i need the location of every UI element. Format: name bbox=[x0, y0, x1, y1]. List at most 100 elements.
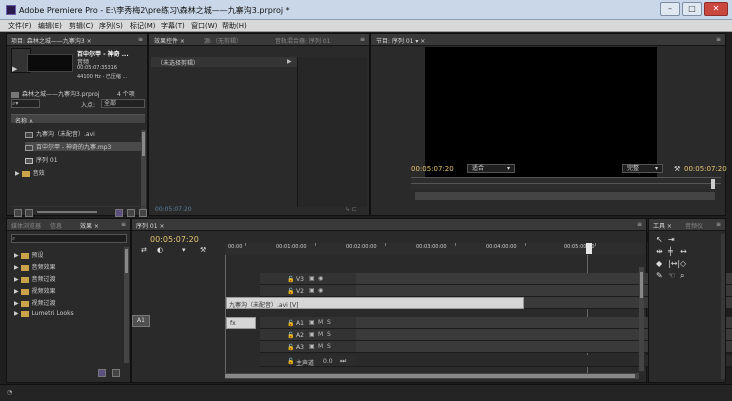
slide-tool-icon[interactable]: ◇ bbox=[680, 259, 686, 268]
timeline-horizontal-scrollbar[interactable] bbox=[225, 373, 639, 379]
folder-icon bbox=[21, 170, 30, 177]
eye-icon: ◉ bbox=[318, 287, 324, 294]
tab-source[interactable]: 源:（无剪辑） bbox=[204, 36, 242, 45]
timeline-playhead[interactable] bbox=[586, 243, 592, 254]
program-current-time: 00:05:07:20 bbox=[411, 165, 454, 173]
clip-format: 44100 Hz - 已压缩 ... bbox=[77, 74, 128, 80]
new-bin-icon[interactable] bbox=[98, 369, 106, 377]
video-clip[interactable]: 九寨沟（未配音）.avi [V] bbox=[226, 297, 524, 309]
project-footer bbox=[11, 206, 147, 217]
icon-view-icon[interactable] bbox=[25, 209, 33, 217]
program-scrubber[interactable] bbox=[411, 177, 721, 189]
zoom-tool-icon[interactable]: ⌕ bbox=[680, 271, 684, 281]
zoom-slider[interactable] bbox=[37, 211, 97, 213]
panel-menu-icon[interactable]: ≡ bbox=[138, 36, 143, 43]
name-column-header[interactable]: 名称 ∧ bbox=[11, 114, 145, 125]
effect-folder-audio-transitions[interactable]: ▶ 音频过渡 bbox=[14, 274, 56, 283]
project-item-sequence[interactable]: 序列 01 bbox=[25, 155, 58, 164]
play-icon[interactable]: ▶ bbox=[12, 65, 17, 73]
panel-menu-icon[interactable]: ≡ bbox=[360, 36, 365, 43]
new-item-icon[interactable] bbox=[127, 209, 135, 217]
ruler-time-1: 00:01:00:00 bbox=[276, 244, 307, 250]
waveform-thumbnail bbox=[27, 54, 73, 72]
tab-sequence[interactable]: 序列 01 × bbox=[136, 221, 164, 230]
tab-project[interactable]: 项目: 森林之城——九寨沟3 × bbox=[11, 36, 92, 45]
effect-folder-lumetri-looks[interactable]: ▶ Lumetri Looks bbox=[14, 310, 74, 317]
quality-dropdown[interactable]: 完整 ▾ bbox=[622, 164, 663, 173]
source-patch-a1[interactable]: A1 bbox=[132, 315, 150, 327]
clear-icon[interactable] bbox=[139, 209, 147, 217]
timeline-tabbar: 序列 01 × ≡ bbox=[132, 219, 646, 231]
tab-media-browser[interactable]: 媒体浏览器 bbox=[11, 221, 41, 230]
new-bin-icon[interactable] bbox=[115, 209, 123, 217]
project-item-folder[interactable]: ▶ 音效 bbox=[15, 168, 45, 177]
effects-search-input[interactable]: ⌕ bbox=[11, 234, 127, 243]
eye-icon: ◉ bbox=[318, 275, 324, 282]
folder-icon bbox=[20, 264, 29, 271]
linked-selection-icon[interactable]: ◐ bbox=[157, 246, 163, 254]
panel-menu-icon[interactable]: ≡ bbox=[637, 221, 642, 228]
playhead[interactable] bbox=[711, 179, 715, 189]
tab-effect-controls[interactable]: 效果控件 × bbox=[154, 36, 185, 45]
tab-info[interactable]: 信息 bbox=[50, 221, 62, 230]
tools-scrollbar[interactable] bbox=[721, 234, 725, 379]
slip-tool-icon[interactable]: |↔| bbox=[668, 259, 680, 268]
maximize-button[interactable]: □ bbox=[682, 2, 702, 16]
timeline-ruler[interactable]: 00:00 00:01:00:00 00:02:00:00 00:03:00:0… bbox=[225, 243, 645, 255]
add-marker-icon[interactable]: ▾ bbox=[182, 246, 186, 254]
menu-window[interactable]: 窗口(W) bbox=[191, 21, 217, 31]
menu-marker[interactable]: 标记(M) bbox=[130, 21, 156, 31]
wrench-icon[interactable]: ⚒ bbox=[674, 165, 680, 173]
fit-dropdown[interactable]: 适合 ▾ bbox=[467, 164, 515, 173]
panel-menu-icon[interactable]: ≡ bbox=[716, 36, 721, 43]
search-input[interactable]: ⌕▾ bbox=[11, 99, 40, 108]
menu-help[interactable]: 帮助(H) bbox=[222, 21, 247, 31]
mute-icon: M bbox=[318, 319, 324, 326]
project-item-video[interactable]: 九寨沟（未配音）.avi bbox=[25, 129, 95, 138]
effect-footer-icons[interactable]: ↳ ⊏ bbox=[345, 206, 357, 213]
lock-icon: 🔓 bbox=[287, 358, 295, 365]
ripple-edit-tool-icon[interactable]: ⇹ bbox=[656, 247, 663, 256]
panel-menu-icon[interactable]: ≡ bbox=[121, 221, 126, 228]
effect-folder-video-transitions[interactable]: ▶ 视频过渡 bbox=[14, 298, 56, 307]
solo-icon: S bbox=[327, 343, 331, 350]
in-dropdown[interactable]: 全部 bbox=[101, 99, 145, 108]
effect-timeline bbox=[297, 57, 367, 207]
menu-file[interactable]: 文件(F) bbox=[8, 21, 32, 31]
menu-clip[interactable]: 剪辑(C) bbox=[69, 21, 93, 31]
pen-tool-icon[interactable]: ✎ bbox=[656, 271, 663, 280]
track-header-v3: 🔓 V3 ▣ ◉ bbox=[260, 273, 356, 285]
minimize-button[interactable]: – bbox=[660, 2, 680, 16]
tab-audio-meter[interactable]: 音频仪 bbox=[685, 221, 703, 230]
selection-tool-icon[interactable]: ↖ bbox=[656, 235, 663, 244]
tab-audio-mixer[interactable]: 音轨混合器: 序列 01 bbox=[275, 36, 330, 45]
razor-tool-icon[interactable]: ◆ bbox=[656, 259, 662, 268]
delete-icon[interactable] bbox=[112, 369, 120, 377]
project-item-audio[interactable]: 百中尔甲 - 神奇的九寨.mp3 bbox=[25, 142, 145, 151]
menu-edit[interactable]: 编辑(E) bbox=[38, 21, 62, 31]
effects-scrollbar[interactable] bbox=[124, 247, 129, 363]
effect-folder-audio-effects[interactable]: ▶ 音频效果 bbox=[14, 262, 56, 271]
effect-folder-presets[interactable]: ▶ 预设 bbox=[14, 250, 44, 259]
menu-title[interactable]: 字幕(T) bbox=[161, 21, 185, 31]
snap-icon[interactable]: ⇄ bbox=[141, 246, 147, 254]
effect-controls-panel: 效果控件 × 源:（无剪辑） 音轨混合器: 序列 01 ≡ （未选择剪辑） ▶ … bbox=[148, 33, 370, 216]
tab-tools[interactable]: 工具 × bbox=[653, 221, 672, 230]
tab-program[interactable]: 节目: 序列 01 ▾ × bbox=[376, 36, 425, 45]
timeline-vertical-scrollbar[interactable] bbox=[639, 267, 644, 371]
menu-sequence[interactable]: 序列(S) bbox=[99, 21, 123, 31]
panel-menu-icon[interactable]: ≡ bbox=[716, 221, 721, 228]
timeline-settings-icon[interactable]: ⚒ bbox=[200, 246, 206, 254]
hand-tool-icon[interactable]: ☜ bbox=[668, 271, 675, 280]
audio-clip[interactable]: fx bbox=[226, 317, 256, 329]
list-view-icon[interactable] bbox=[14, 209, 22, 217]
tab-effects[interactable]: 效果 × bbox=[80, 221, 99, 230]
effect-folder-video-effects[interactable]: ▶ 视频效果 bbox=[14, 286, 56, 295]
project-scrollbar[interactable] bbox=[141, 130, 146, 210]
close-button[interactable]: ✕ bbox=[704, 2, 728, 16]
rate-stretch-tool-icon[interactable]: ↔ bbox=[680, 247, 687, 256]
program-zoom-bar[interactable] bbox=[415, 192, 715, 200]
effect-controls-tabbar: 效果控件 × 源:（无剪辑） 音轨混合器: 序列 01 ≡ bbox=[149, 34, 369, 46]
track-select-tool-icon[interactable]: ⇥ bbox=[668, 235, 675, 244]
rolling-edit-tool-icon[interactable]: ╪ bbox=[668, 247, 673, 256]
